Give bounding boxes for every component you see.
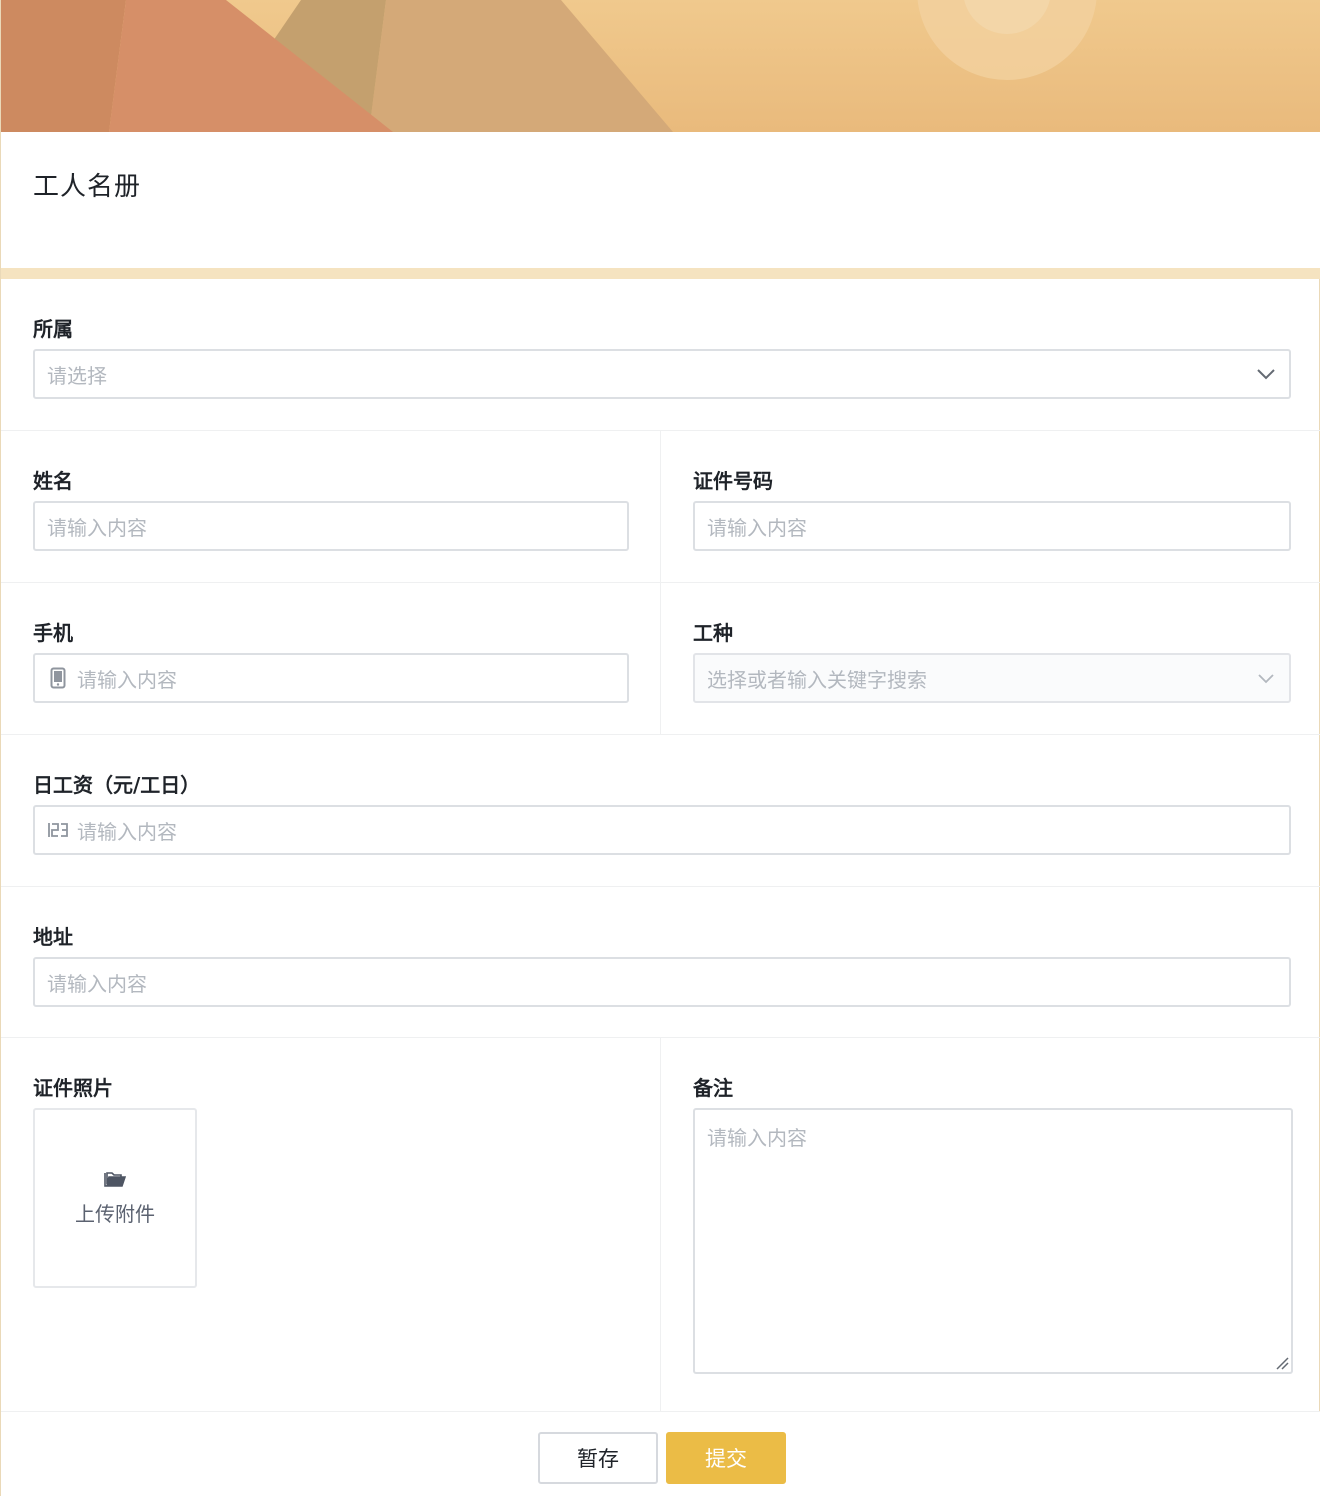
chevron-down-icon	[1255, 667, 1277, 689]
name-label: 姓名	[33, 469, 73, 493]
job-type-select[interactable]: 选择或者输入关键字搜索	[693, 653, 1291, 703]
name-placeholder: 请输入内容	[47, 515, 147, 540]
remarks-label: 备注	[693, 1076, 733, 1100]
folder-icon	[104, 1170, 127, 1190]
affiliation-placeholder: 请选择	[47, 363, 107, 388]
field-name: 姓名 请输入内容	[1, 431, 661, 582]
phone-input[interactable]: 请输入内容	[33, 653, 629, 703]
chevron-down-icon	[1255, 363, 1277, 385]
banner-illustration	[1, 0, 1320, 132]
field-id-number: 证件号码 请输入内容	[661, 431, 1320, 582]
save-draft-button[interactable]: 暂存	[538, 1432, 658, 1484]
field-id-photo: 证件照片 上传附件	[1, 1038, 661, 1411]
submit-button[interactable]: 提交	[666, 1432, 786, 1484]
field-address: 地址 请输入内容	[1, 887, 1320, 1037]
id-number-input[interactable]: 请输入内容	[693, 501, 1291, 551]
mobile-phone-icon	[47, 666, 69, 690]
resize-handle-icon[interactable]	[1275, 1356, 1289, 1370]
address-input[interactable]: 请输入内容	[33, 957, 1291, 1007]
daily-wage-placeholder: 请输入内容	[77, 819, 177, 844]
name-input[interactable]: 请输入内容	[33, 501, 629, 551]
address-placeholder: 请输入内容	[47, 971, 147, 996]
form-footer: 暂存 提交	[1, 1411, 1320, 1496]
form-row-daily-wage: 日工资（元/工日） 请输入内容	[1, 735, 1320, 887]
field-daily-wage: 日工资（元/工日） 请输入内容	[1, 735, 1320, 886]
field-phone: 手机 请输入内容	[1, 583, 661, 734]
form-page: 工人名册 所属 请选择 姓名 请输入内容 证件号码 请输入内容 手机 请输入内容…	[0, 0, 1320, 1496]
title-area: 工人名册	[1, 132, 1320, 268]
title-divider	[1, 268, 1320, 279]
upload-attachment-label: 上传附件	[75, 1201, 155, 1226]
upload-attachment-button[interactable]: 上传附件	[33, 1108, 197, 1288]
id-number-label: 证件号码	[693, 469, 773, 493]
remarks-placeholder: 请输入内容	[707, 1126, 807, 1150]
id-photo-label: 证件照片	[33, 1076, 113, 1100]
phone-placeholder: 请输入内容	[77, 667, 177, 692]
page-title: 工人名册	[33, 172, 142, 202]
id-number-placeholder: 请输入内容	[707, 515, 807, 540]
form-row-affiliation: 所属 请选择	[1, 279, 1320, 431]
daily-wage-input[interactable]: 请输入内容	[33, 805, 1291, 855]
job-type-placeholder: 选择或者输入关键字搜索	[707, 667, 927, 692]
header-banner	[1, 0, 1320, 132]
job-type-label: 工种	[693, 621, 733, 645]
affiliation-label: 所属	[33, 317, 73, 341]
number-123-icon	[47, 818, 69, 842]
phone-label: 手机	[33, 621, 73, 645]
field-job-type: 工种 选择或者输入关键字搜索	[661, 583, 1320, 734]
remarks-textarea[interactable]: 请输入内容	[693, 1108, 1293, 1374]
field-remarks: 备注 请输入内容	[661, 1038, 1320, 1411]
form-row-address: 地址 请输入内容	[1, 887, 1320, 1038]
form-row-photo-remarks: 证件照片 上传附件 备注 请输入内容	[1, 1038, 1320, 1411]
daily-wage-label: 日工资（元/工日）	[33, 773, 201, 797]
affiliation-select[interactable]: 请选择	[33, 349, 1291, 399]
form-row-phone-job: 手机 请输入内容 工种 选择或者输入关键字搜索	[1, 583, 1320, 735]
field-affiliation: 所属 请选择	[1, 279, 1320, 430]
form-row-name-id: 姓名 请输入内容 证件号码 请输入内容	[1, 431, 1320, 583]
address-label: 地址	[33, 925, 73, 949]
